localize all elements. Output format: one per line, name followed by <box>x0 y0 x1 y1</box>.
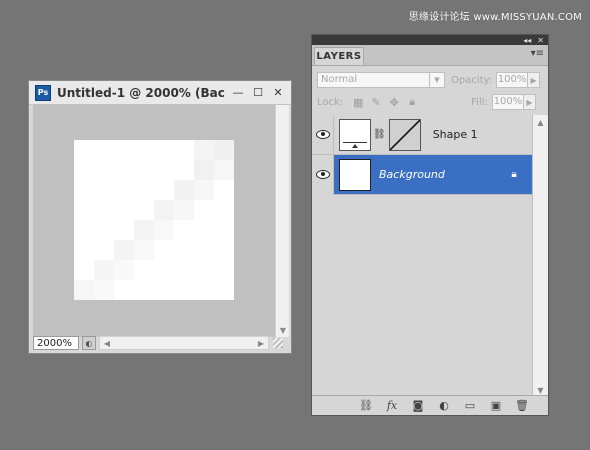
status-info-icon[interactable]: ◐ <box>82 336 96 350</box>
fill-slider-arrow-icon[interactable]: ▶ <box>523 94 536 110</box>
document-horizontal-scrollbar[interactable]: ◀ ▶ <box>99 336 269 350</box>
lock-all-icon[interactable]: 🔒︎ <box>405 95 419 109</box>
layer-row-shape-1[interactable]: ⛓ Shape 1 <box>312 114 532 155</box>
pixel-block <box>94 260 114 280</box>
pixel-block <box>74 280 94 300</box>
layers-panel: ◂◂ ✕ LAYERS ▾≡ Normal ▼ Opacity: 100% ▶ … <box>311 34 549 416</box>
pixel-block <box>114 260 134 280</box>
pixel-block <box>154 220 174 240</box>
close-button[interactable]: ✕ <box>271 86 285 100</box>
pixel-block <box>194 140 214 160</box>
minimize-button[interactable]: — <box>231 86 245 100</box>
document-window: Ps Untitled-1 @ 2000% (Backg... — ☐ ✕ <box>28 80 292 354</box>
layer-thumbnail <box>339 118 371 151</box>
chevron-down-icon: ▼ <box>429 73 444 87</box>
blend-mode-value: Normal <box>321 74 358 85</box>
fill-field[interactable]: 100% <box>491 94 524 110</box>
scroll-right-arrow-icon[interactable]: ▶ <box>254 337 268 349</box>
maximize-button[interactable]: ☐ <box>251 86 265 100</box>
blend-mode-select[interactable]: Normal ▼ <box>317 72 445 88</box>
collapse-panel-icon[interactable]: ◂◂ <box>523 36 531 45</box>
pixel-block <box>154 200 174 220</box>
pixel-block <box>174 200 194 220</box>
lock-label: Lock: <box>317 96 344 108</box>
document-title: Untitled-1 @ 2000% (Backg... <box>57 85 225 100</box>
resize-grip-icon[interactable] <box>273 338 283 348</box>
pixel-block <box>174 180 194 200</box>
layers-panel-toolbar: ⛓ fx ◙ ◐ ▭ ▣ 🗑︎ <box>312 395 548 415</box>
lock-transparency-icon[interactable]: ▦ <box>351 95 365 109</box>
pixel-block <box>214 140 234 160</box>
canvas-document[interactable] <box>74 140 234 300</box>
opacity-slider-arrow-icon[interactable]: ▶ <box>528 72 541 88</box>
layers-list: ⛓ Shape 1 Background 🔒︎ <box>312 114 532 397</box>
layer-name: Shape 1 <box>432 128 478 141</box>
lock-image-brush-icon[interactable]: ✎ <box>369 95 383 109</box>
opacity-label: Opacity: <box>451 74 493 86</box>
canvas-area[interactable] <box>33 105 275 337</box>
fill-label: Fill: <box>471 96 488 108</box>
tab-layers[interactable]: LAYERS <box>314 47 364 65</box>
lock-icon: 🔒︎ <box>511 168 517 180</box>
layer-visibility-toggle[interactable] <box>312 114 334 155</box>
pixel-block <box>194 180 214 200</box>
zoom-level-field[interactable]: 2000% <box>33 336 79 350</box>
pixel-block <box>114 240 134 260</box>
pixel-block <box>194 160 214 180</box>
layer-visibility-toggle[interactable] <box>312 154 334 195</box>
thumbnail-line <box>343 141 367 143</box>
opacity-field[interactable]: 100% <box>496 72 529 88</box>
link-chain-icon[interactable]: ⛓ <box>373 129 386 140</box>
panel-topbar: ◂◂ ✕ <box>312 35 548 45</box>
layer-row-background[interactable]: Background 🔒︎ <box>312 154 532 195</box>
layer-name: Background <box>379 168 445 181</box>
pixel-block <box>94 280 114 300</box>
layer-style-fx-icon[interactable]: fx <box>384 399 400 413</box>
pixel-block <box>134 240 154 260</box>
document-status-bar: 2000% ◐ ◀ ▶ <box>33 335 291 351</box>
blend-row: Normal ▼ Opacity: 100% ▶ <box>312 69 548 91</box>
lock-position-move-icon[interactable]: ✥ <box>387 95 401 109</box>
panel-tabs: LAYERS ▾≡ <box>312 45 548 66</box>
panel-menu-icon[interactable]: ▾≡ <box>531 48 544 59</box>
scroll-left-arrow-icon[interactable]: ◀ <box>100 337 114 349</box>
adjustment-layer-icon[interactable]: ◐ <box>436 399 452 413</box>
eye-icon <box>315 170 330 179</box>
delete-layer-trash-icon[interactable]: 🗑︎ <box>514 399 530 413</box>
pixel-block <box>134 220 154 240</box>
thumbnail-marker-icon <box>352 143 358 148</box>
watermark-text: 思缘设计论坛 www.MISSYUAN.COM <box>408 12 582 23</box>
document-titlebar[interactable]: Ps Untitled-1 @ 2000% (Backg... — ☐ ✕ <box>29 81 291 105</box>
photoshop-icon: Ps <box>35 84 51 101</box>
pixel-block <box>214 160 234 180</box>
layers-vertical-scrollbar[interactable]: ▲ ▼ <box>532 115 548 397</box>
document-vertical-scrollbar[interactable]: ▼ <box>275 105 289 337</box>
close-panel-icon[interactable]: ✕ <box>537 36 544 45</box>
vector-mask-thumbnail[interactable] <box>388 118 421 151</box>
add-mask-icon[interactable]: ◙ <box>410 399 426 413</box>
new-group-folder-icon[interactable]: ▭ <box>462 399 478 413</box>
layer-thumbnail <box>339 158 371 191</box>
scroll-up-arrow-icon[interactable]: ▲ <box>533 115 548 129</box>
lock-row: Lock: ▦ ✎ ✥ 🔒︎ Fill: 100% ▶ <box>312 91 548 113</box>
link-layers-icon[interactable]: ⛓ <box>358 399 374 413</box>
new-layer-icon[interactable]: ▣ <box>488 399 504 413</box>
eye-icon <box>315 130 330 139</box>
